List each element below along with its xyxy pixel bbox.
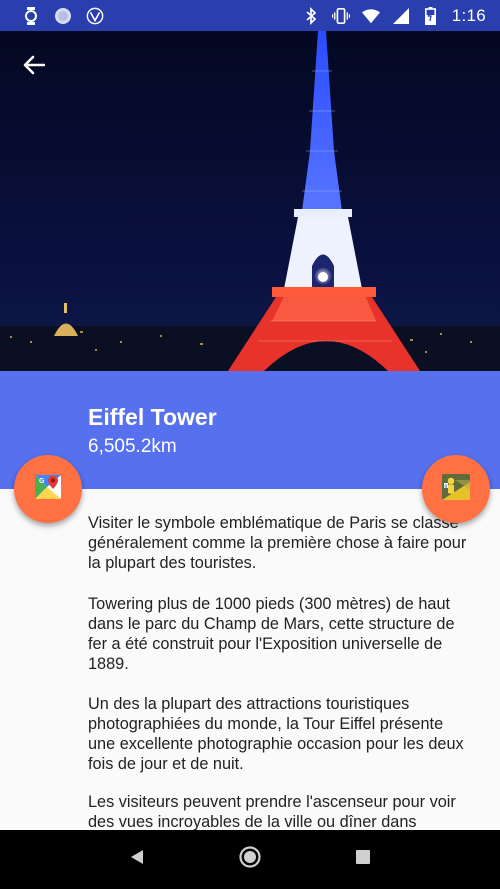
description-paragraph: Un des la plupart des attractions touris… xyxy=(88,695,464,773)
place-title: Eiffel Tower xyxy=(88,404,217,430)
hero-image xyxy=(0,31,500,371)
status-right: 1:16 xyxy=(302,6,486,26)
status-time: 1:16 xyxy=(451,5,486,25)
signal-icon xyxy=(392,7,410,25)
street-view-icon: g xyxy=(441,472,471,507)
status-left xyxy=(22,6,104,25)
navigation-bar xyxy=(0,830,500,889)
vibrate-icon xyxy=(331,7,350,25)
nav-home-button[interactable] xyxy=(230,840,270,880)
status-bar: 1:16 xyxy=(0,0,500,31)
nav-recents-icon xyxy=(355,849,371,870)
nav-home-icon xyxy=(238,845,262,874)
vpn-logo-icon xyxy=(86,7,104,25)
open-maps-button[interactable]: G xyxy=(14,455,82,523)
place-distance: 6,505.2km xyxy=(88,436,177,457)
description-paragraph: Visiter le symbole emblématique de Paris… xyxy=(88,514,467,572)
watch-icon xyxy=(22,6,40,25)
arrow-back-icon xyxy=(23,55,45,75)
street-view-button[interactable]: g xyxy=(422,455,490,523)
description-paragraph: Les visiteurs peuvent prendre l'ascenseu… xyxy=(88,793,456,830)
eiffel-tower-illustration xyxy=(0,31,500,371)
back-button[interactable] xyxy=(14,49,54,81)
nav-back-icon xyxy=(128,848,146,871)
bluetooth-icon xyxy=(302,6,320,25)
svg-text:G: G xyxy=(39,478,45,485)
google-maps-icon: G xyxy=(33,472,63,507)
description-paragraph: Towering plus de 1000 pieds (300 mètres)… xyxy=(88,595,455,673)
description-section: Visiter le symbole emblématique de Paris… xyxy=(0,489,500,830)
nav-back-button[interactable] xyxy=(117,840,157,880)
svg-text:g: g xyxy=(444,483,447,489)
nav-recents-button[interactable] xyxy=(343,840,383,880)
battery-icon xyxy=(422,6,440,25)
screen: 1:16 Eiffel Tower 6,505.2km G g Visiter … xyxy=(0,0,500,889)
wifi-icon xyxy=(361,7,380,25)
circle-icon xyxy=(54,7,72,25)
